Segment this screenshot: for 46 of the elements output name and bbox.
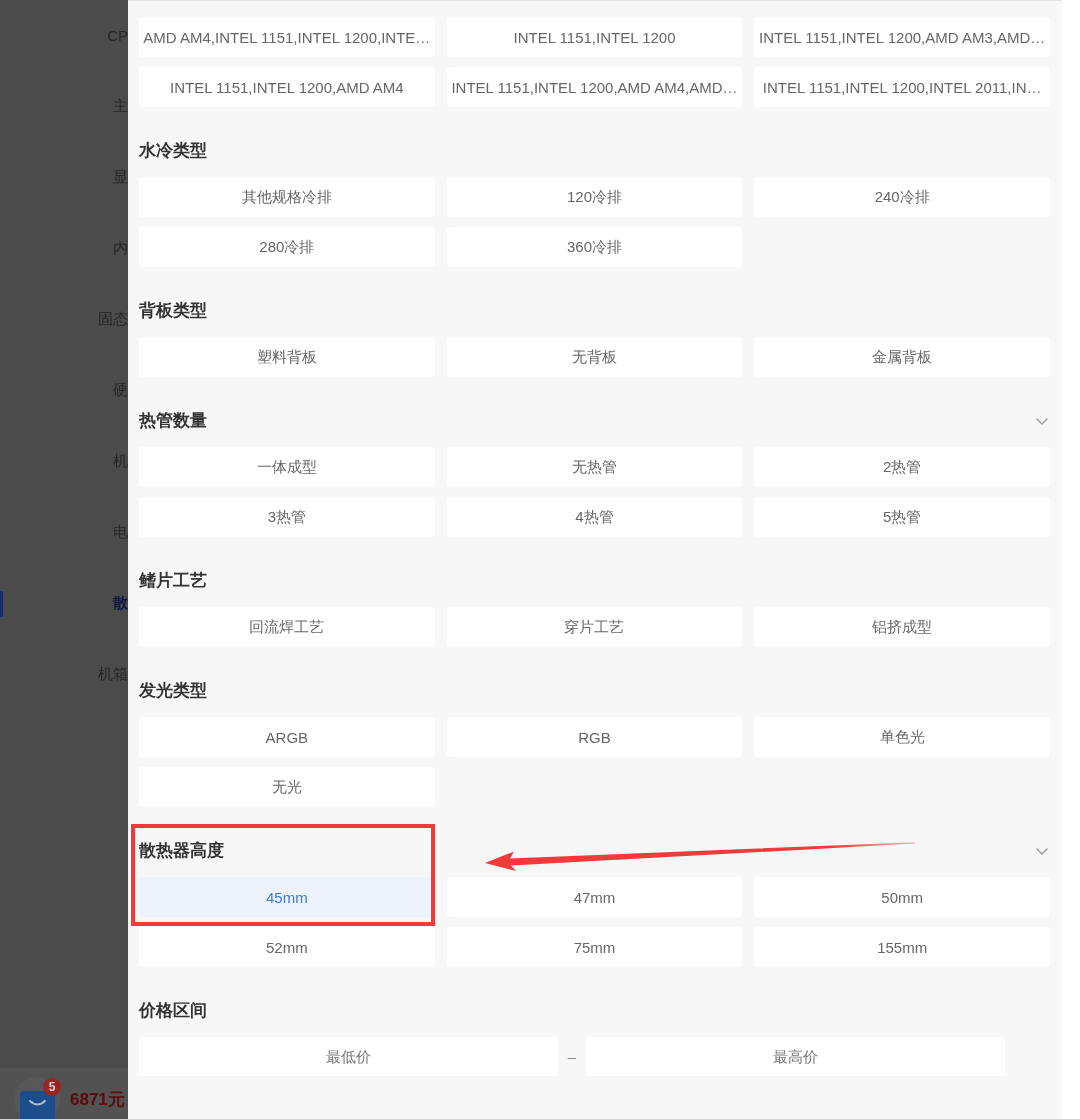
filter-option[interactable]: 4热管 xyxy=(446,497,743,537)
filter-option[interactable]: 52mm xyxy=(139,927,435,967)
section-title: 散热器高度 xyxy=(139,840,224,862)
filter-option[interactable]: 一体成型 xyxy=(139,447,435,487)
filter-option[interactable]: 其他规格冷排 xyxy=(139,177,435,217)
filter-option[interactable]: 无背板 xyxy=(446,337,743,377)
filter-option[interactable]: 155mm xyxy=(754,927,1050,967)
filter-option[interactable]: 无光 xyxy=(139,767,435,807)
filter-option[interactable]: 无热管 xyxy=(446,447,743,487)
section-title: 热管数量 xyxy=(139,410,207,432)
filter-option[interactable]: AMD AM4,INTEL 1151,INTEL 1200,INTE… xyxy=(139,17,435,57)
filter-option[interactable]: 铝挤成型 xyxy=(754,607,1050,647)
filter-option[interactable]: 47mm xyxy=(446,877,743,917)
filter-option[interactable]: 280冷排 xyxy=(139,227,435,267)
range-separator: – xyxy=(566,1048,578,1065)
filter-option[interactable]: 金属背板 xyxy=(754,337,1050,377)
filter-option[interactable]: INTEL 1151,INTEL 1200,INTEL 2011,IN… xyxy=(754,67,1050,107)
filter-option[interactable]: 360冷排 xyxy=(446,227,743,267)
filter-option[interactable]: 50mm xyxy=(754,877,1050,917)
max-price-field[interactable]: 最高价 xyxy=(586,1037,1005,1076)
min-price-field[interactable]: 最低价 xyxy=(139,1037,558,1076)
chevron-down-icon[interactable] xyxy=(1036,847,1048,855)
section-title: 背板类型 xyxy=(139,300,207,322)
cart-total: 6871元 xyxy=(70,1090,125,1110)
section-title: 鳍片工艺 xyxy=(139,570,207,592)
filter-option[interactable]: 穿片工艺 xyxy=(446,607,743,647)
filter-option[interactable]: 2热管 xyxy=(754,447,1050,487)
filter-option[interactable]: RGB xyxy=(446,717,743,757)
filter-option[interactable]: 120冷排 xyxy=(446,177,743,217)
chevron-down-icon[interactable] xyxy=(1036,417,1048,425)
filter-option[interactable]: 单色光 xyxy=(754,717,1050,757)
filter-option[interactable]: INTEL 1151,INTEL 1200 xyxy=(446,17,743,57)
section-title: 价格区间 xyxy=(139,1000,207,1022)
filter-option[interactable]: 塑料背板 xyxy=(139,337,435,377)
section-title: 水冷类型 xyxy=(139,140,207,162)
filter-option[interactable]: ARGB xyxy=(139,717,435,757)
filter-option[interactable]: INTEL 1151,INTEL 1200,AMD AM3,AMD… xyxy=(754,17,1050,57)
filter-option[interactable]: 3热管 xyxy=(139,497,435,537)
filter-option[interactable]: 240冷排 xyxy=(754,177,1050,217)
filter-option[interactable]: 75mm xyxy=(446,927,743,967)
filter-option[interactable]: 5热管 xyxy=(754,497,1050,537)
filter-option[interactable]: 回流焊工艺 xyxy=(139,607,435,647)
count-badge: 5 xyxy=(43,1078,61,1096)
filter-option[interactable]: INTEL 1151,INTEL 1200,AMD AM4,AMD… xyxy=(446,67,743,107)
filter-option[interactable]: INTEL 1151,INTEL 1200,AMD AM4 xyxy=(139,67,435,107)
section-title: 发光类型 xyxy=(139,680,207,702)
